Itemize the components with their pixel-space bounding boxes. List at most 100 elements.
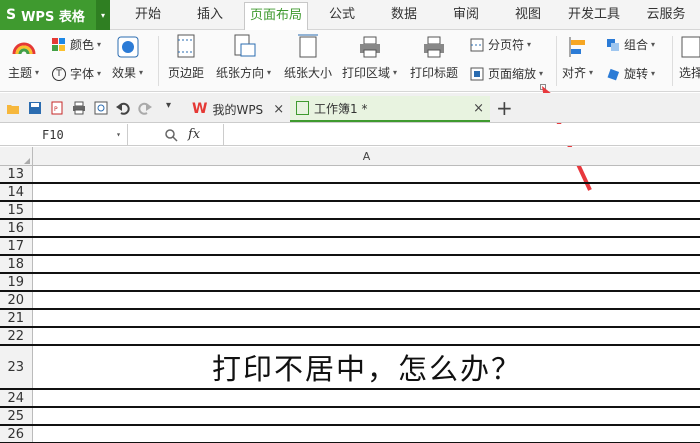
cell[interactable]: [34, 166, 700, 182]
new-tab-plus-icon[interactable]: +: [496, 96, 513, 120]
cell[interactable]: [34, 256, 700, 272]
select-button[interactable]: 选择: [678, 34, 700, 81]
column-header-bar: A: [0, 147, 700, 166]
cell[interactable]: [34, 408, 700, 424]
row-header[interactable]: 17: [0, 238, 33, 254]
function-icon[interactable]: fx: [188, 124, 200, 146]
cell[interactable]: [34, 238, 700, 254]
row-header[interactable]: 24: [0, 390, 33, 406]
tab-developer[interactable]: 开发工具: [562, 0, 626, 30]
chevron-down-icon[interactable]: ▾: [116, 124, 121, 146]
row-header[interactable]: 23: [0, 346, 33, 388]
table-row: 13: [0, 166, 700, 184]
doc-tab-my-wps[interactable]: W 我的WPS ×: [186, 96, 290, 122]
tab-home[interactable]: 开始: [126, 0, 170, 30]
row-header[interactable]: 19: [0, 274, 33, 290]
cell[interactable]: [34, 292, 700, 308]
rotate-label: 旋转: [624, 67, 649, 81]
column-header-a[interactable]: A: [33, 147, 700, 166]
cell-a23[interactable]: 打印不居中，怎么办？: [34, 346, 700, 388]
chevron-down-icon: ▾: [97, 40, 102, 49]
open-folder-icon[interactable]: [6, 101, 20, 115]
sheet-rows: 13 14 15 16 17 18 19 20 21 22 23 打印不居中，怎么…: [0, 166, 700, 443]
cell[interactable]: [34, 328, 700, 344]
cell[interactable]: [34, 426, 700, 442]
table-row: 18: [0, 256, 700, 274]
print-preview-icon[interactable]: [94, 101, 108, 115]
export-pdf-icon[interactable]: P: [50, 101, 64, 115]
cell[interactable]: [34, 184, 700, 200]
row-header[interactable]: 18: [0, 256, 33, 272]
row-header[interactable]: 25: [0, 408, 33, 424]
page-scale-button[interactable]: 页面缩放 ▾: [470, 65, 543, 82]
table-row: 16: [0, 220, 700, 238]
tab-data[interactable]: 数据: [382, 0, 426, 30]
app-name: WPS 表格: [21, 9, 85, 25]
search-icon[interactable]: [164, 128, 178, 142]
font-circle-icon: T: [52, 66, 66, 81]
redo-icon[interactable]: [138, 101, 152, 115]
paper-size-icon: [295, 34, 321, 60]
row-header[interactable]: 20: [0, 292, 33, 308]
group-button[interactable]: 组合 ▾: [606, 36, 655, 53]
tab-page-layout[interactable]: 页面布局: [244, 2, 308, 33]
table-row: 20: [0, 292, 700, 310]
colors-button[interactable]: 颜色 ▾: [52, 36, 101, 53]
row-header[interactable]: 14: [0, 184, 33, 200]
formula-bar: F10 ▾ fx: [0, 124, 700, 146]
cell[interactable]: [34, 390, 700, 406]
print-area-label: 打印区域: [342, 66, 391, 80]
cell[interactable]: [34, 202, 700, 218]
effects-button[interactable]: 效果 ▾: [112, 34, 143, 81]
app-menu-button[interactable]: S WPS 表格 ▾: [0, 0, 110, 30]
undo-icon[interactable]: [116, 101, 130, 115]
paper-size-button[interactable]: 纸张大小: [284, 34, 332, 81]
cell[interactable]: [34, 310, 700, 326]
row-header[interactable]: 15: [0, 202, 33, 218]
app-menu-dropdown-icon[interactable]: ▾: [96, 0, 110, 30]
row-header[interactable]: 16: [0, 220, 33, 236]
page-break-button[interactable]: 分页符 ▾: [470, 36, 531, 53]
margins-button[interactable]: 页边距: [168, 34, 204, 81]
tab-cloud[interactable]: 云服务: [636, 0, 696, 30]
tab-view[interactable]: 视图: [506, 0, 550, 30]
row-header[interactable]: 21: [0, 310, 33, 326]
toolbar-more-icon[interactable]: ▾: [166, 100, 171, 111]
row-header[interactable]: 22: [0, 328, 33, 344]
doc-tab-workbook1[interactable]: 工作簿1 * ×: [290, 96, 490, 122]
formula-input[interactable]: [223, 124, 700, 146]
rotate-button[interactable]: 旋转 ▾: [606, 65, 655, 82]
orientation-button[interactable]: 纸张方向 ▾: [216, 34, 271, 81]
cell[interactable]: [34, 220, 700, 236]
select-all-corner[interactable]: [0, 147, 33, 166]
theme-button[interactable]: 主题 ▾: [8, 34, 39, 81]
chevron-down-icon: ▾: [651, 69, 656, 78]
spreadsheet-file-icon: [296, 101, 309, 115]
ribbon-divider: [556, 36, 557, 86]
tab-formulas[interactable]: 公式: [320, 0, 364, 30]
tab-review[interactable]: 审阅: [444, 0, 488, 30]
chevron-down-icon: ▾: [589, 68, 594, 77]
name-box[interactable]: F10 ▾: [0, 124, 128, 146]
chevron-down-icon: ▾: [267, 68, 272, 77]
group-icon: [606, 38, 620, 52]
fonts-button[interactable]: T 字体 ▾: [52, 65, 101, 82]
save-icon[interactable]: [28, 101, 42, 115]
close-icon[interactable]: ×: [473, 101, 484, 116]
wps-logo-icon: S: [6, 7, 17, 23]
row-header[interactable]: 13: [0, 166, 33, 182]
cell[interactable]: [34, 274, 700, 290]
wps-w-icon: W: [192, 101, 208, 117]
page-break-label: 分页符: [488, 38, 525, 52]
print-area-button[interactable]: 打印区域 ▾: [342, 34, 397, 81]
ribbon-divider: [672, 36, 673, 86]
print-titles-button[interactable]: 打印标题: [410, 34, 458, 81]
tab-insert[interactable]: 插入: [188, 0, 232, 30]
row-header[interactable]: 26: [0, 426, 33, 442]
ribbon: 主题 ▾ 颜色 ▾ T 字体 ▾ 效果 ▾ 页边距 纸张方向 ▾ 纸张大小 打印…: [0, 30, 700, 191]
align-button[interactable]: 对齐 ▾: [562, 34, 593, 81]
table-row: 14: [0, 184, 700, 202]
close-icon[interactable]: ×: [273, 102, 284, 117]
print-icon[interactable]: [72, 101, 86, 115]
theme-label: 主题: [8, 66, 33, 80]
